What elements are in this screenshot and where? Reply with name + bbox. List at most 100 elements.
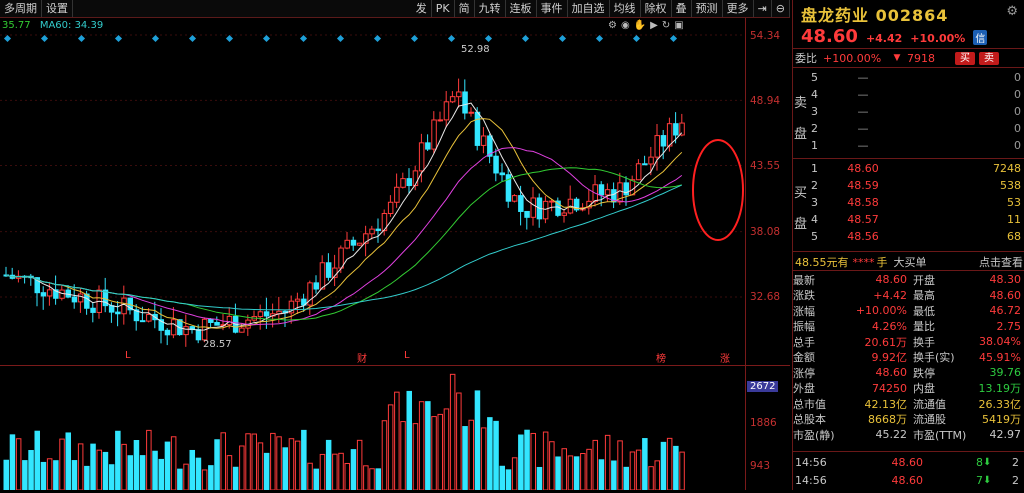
quote-panel: 盘龙药业 002864 ⚙ 48.60 +4.42 +10.00% 信 委比 +… xyxy=(792,0,1024,490)
weibi-label: 委比 xyxy=(795,52,817,65)
event-diamond[interactable] xyxy=(447,34,456,43)
sell-level: 3 xyxy=(811,105,818,118)
play-icon[interactable]: ▶ xyxy=(650,20,658,31)
stat-value: 38.04% xyxy=(979,335,1021,349)
event-diamond[interactable] xyxy=(299,34,308,43)
volume-bar xyxy=(437,413,443,491)
candle-body xyxy=(468,111,474,114)
big-order-link[interactable]: 点击查看 xyxy=(979,254,1023,270)
hand-icon[interactable]: ✋ xyxy=(634,20,646,31)
event-diamond[interactable] xyxy=(521,34,530,43)
event-diamond[interactable] xyxy=(336,34,345,43)
y-label-2: 48.94 xyxy=(750,95,781,107)
buy-row[interactable]: 4 48.57 11 xyxy=(793,211,1024,228)
collapse-right-icon[interactable]: ⇥ xyxy=(754,0,772,17)
buy-row[interactable]: 5 48.56 68 xyxy=(793,228,1024,245)
sell-button[interactable]: 卖 xyxy=(979,51,999,65)
marker-cai: 财 xyxy=(357,354,367,365)
marker-zhang: 涨 xyxy=(720,354,730,365)
volume-bar xyxy=(195,457,202,491)
candle-body xyxy=(480,135,487,146)
volume-bar xyxy=(239,445,245,491)
zoom-out-icon[interactable]: ⊖ xyxy=(772,0,790,17)
candle-body xyxy=(666,123,673,147)
volume-bar xyxy=(660,441,667,491)
lock-icon[interactable]: ▣ xyxy=(674,20,683,31)
stat-key: 总股本 xyxy=(793,413,826,427)
sell-row[interactable]: 4 — 0 xyxy=(793,86,1024,103)
candle-body xyxy=(239,327,245,333)
buy-row[interactable]: 3 48.58 53 xyxy=(793,194,1024,211)
candle-body xyxy=(642,163,648,166)
event-diamond[interactable] xyxy=(114,34,123,43)
event-diamond[interactable] xyxy=(373,34,382,43)
toolbar-settings[interactable]: 设置 xyxy=(42,0,73,17)
sell-row[interactable]: 1 — 0 xyxy=(793,137,1024,154)
volume-bar xyxy=(319,453,326,491)
volume-bar xyxy=(673,445,679,491)
volume-bar xyxy=(102,451,109,491)
volume-bar xyxy=(127,455,133,491)
event-diamond[interactable] xyxy=(225,34,234,43)
toolbar-predict[interactable]: 预测 xyxy=(692,0,723,17)
sell-row[interactable]: 2 — 0 xyxy=(793,120,1024,137)
event-diamond[interactable] xyxy=(410,34,419,43)
buy-book: 1 48.60 7248 2 48.59 538 3 48.58 53 4 48.57 11 5… xyxy=(793,160,1024,245)
event-diamond[interactable] xyxy=(262,34,271,43)
volume-bar xyxy=(487,417,493,491)
toolbar-multi-period[interactable]: 多周期 xyxy=(0,0,42,17)
gear-icon[interactable]: ⚙ xyxy=(1006,4,1018,19)
buy-button[interactable]: 买 xyxy=(955,51,975,65)
stock-title: 盘龙药业 002864 xyxy=(801,2,948,26)
toolbar-pk[interactable]: PK xyxy=(432,0,455,17)
sell-row[interactable]: 3 — 0 xyxy=(793,103,1024,120)
candle-body xyxy=(449,96,456,103)
volume-bar xyxy=(108,464,115,491)
gear-small-icon[interactable]: ⚙ xyxy=(608,20,617,31)
event-diamond[interactable] xyxy=(669,34,678,43)
volume-bar xyxy=(363,465,369,491)
event-diamond[interactable] xyxy=(3,34,12,43)
candle-body xyxy=(394,186,400,203)
candle-body xyxy=(121,297,127,315)
buy-row[interactable]: 1 48.60 7248 xyxy=(793,160,1024,177)
kline-chart[interactable] xyxy=(0,18,790,491)
event-diamond[interactable] xyxy=(595,34,604,43)
stat-key: 振幅 xyxy=(793,320,815,334)
toolbar-jiuzhuan[interactable]: 九转 xyxy=(475,0,506,17)
volume-bar xyxy=(474,390,481,491)
toolbar-exright[interactable]: 除权 xyxy=(641,0,672,17)
volume-bar xyxy=(201,469,208,491)
volume-bar xyxy=(313,468,319,491)
toolbar-lianban[interactable]: 连板 xyxy=(506,0,537,17)
toolbar-add-watchlist[interactable]: 加自选 xyxy=(568,0,610,17)
toolbar-overlay[interactable]: 叠 xyxy=(672,0,692,17)
volume-bar xyxy=(183,463,189,491)
candle-body xyxy=(226,315,233,326)
event-diamond[interactable] xyxy=(558,34,567,43)
event-diamond[interactable] xyxy=(77,34,86,43)
candle-body xyxy=(561,212,567,216)
event-diamond[interactable] xyxy=(151,34,160,43)
toolbar-jian[interactable]: 简 xyxy=(455,0,475,17)
candle-body xyxy=(350,239,357,246)
stat-value: 13.19万 xyxy=(978,382,1022,396)
volume-bar xyxy=(115,430,121,491)
eye-icon[interactable]: ◉ xyxy=(621,20,630,31)
arrow-down-icon: ⬇ xyxy=(983,457,992,468)
big-order-price: 48.55 xyxy=(795,255,827,269)
toolbar-fa[interactable]: 发 xyxy=(412,0,432,17)
buy-row[interactable]: 2 48.59 538 xyxy=(793,177,1024,194)
toolbar-events[interactable]: 事件 xyxy=(537,0,568,17)
event-diamond[interactable] xyxy=(188,34,197,43)
candle-body xyxy=(356,242,363,246)
event-diamond[interactable] xyxy=(632,34,641,43)
event-diamond[interactable] xyxy=(40,34,49,43)
toolbar-more[interactable]: 更多 xyxy=(723,0,754,17)
event-diamond[interactable] xyxy=(484,34,493,43)
sell-row[interactable]: 5 — 0 xyxy=(793,69,1024,86)
toolbar-ma[interactable]: 均线 xyxy=(610,0,641,17)
buy-volume: 68 xyxy=(1007,230,1021,243)
stat-value: 45.22 xyxy=(875,428,908,442)
refresh-icon[interactable]: ↻ xyxy=(662,20,670,31)
